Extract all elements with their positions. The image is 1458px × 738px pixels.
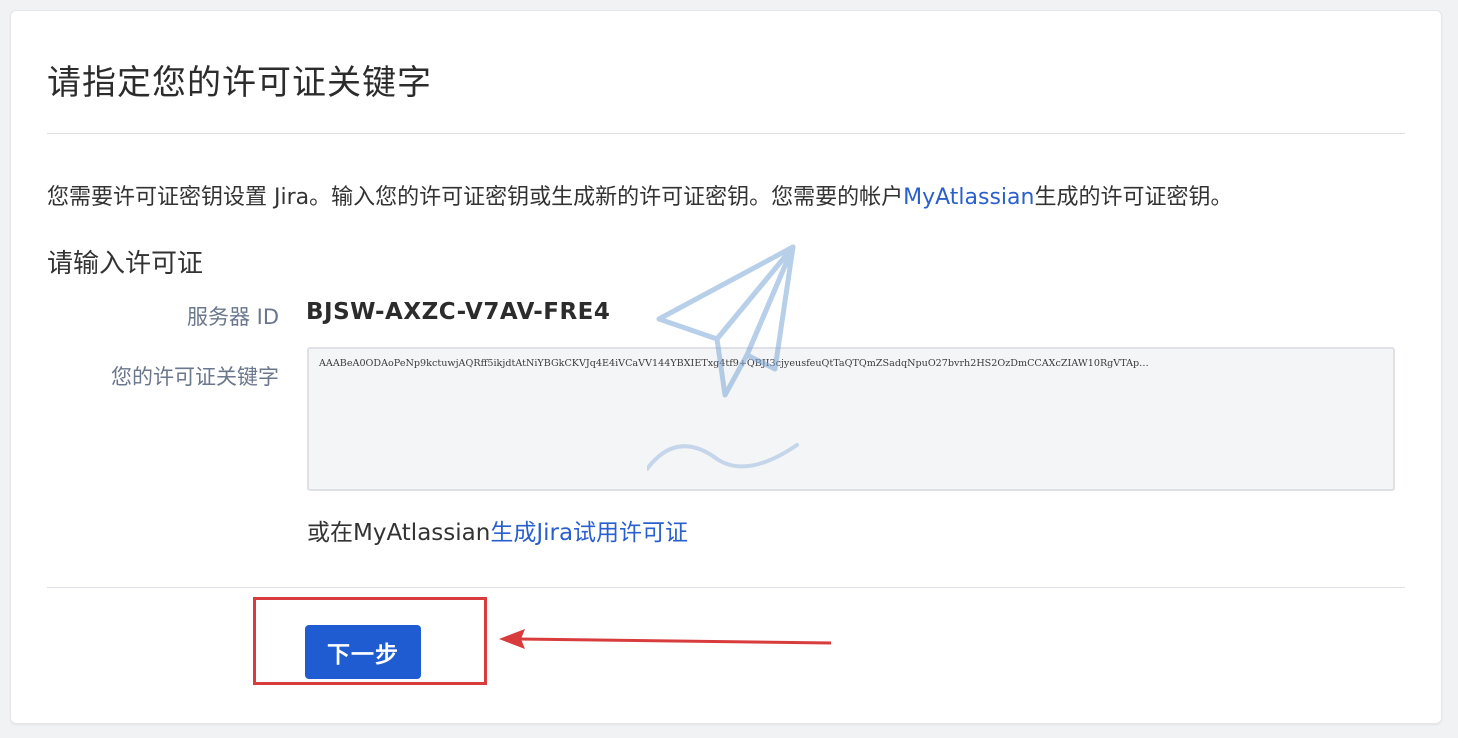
top-divider xyxy=(47,133,1405,134)
trial-license-line: 或在MyAtlassian生成Jira试用许可证 xyxy=(307,513,688,547)
bottom-divider xyxy=(47,587,1405,588)
page-title: 请指定您的许可证关键字 xyxy=(47,63,432,103)
next-button[interactable]: 下一步 xyxy=(305,625,421,679)
intro-text: 您需要许可证密钥设置 Jira。输入您的许可证密钥或生成新的许可证密钥。您需要的… xyxy=(47,179,1233,211)
trial-prefix: 或在MyAtlassian xyxy=(307,520,491,546)
myatlassian-link[interactable]: MyAtlassian xyxy=(903,185,1034,210)
paper-plane-icon xyxy=(647,244,799,471)
section-heading: 请输入许可证 xyxy=(47,249,204,279)
intro-text-end: 生成的许可证密钥。 xyxy=(1034,185,1233,210)
intro-text-start: 您需要许可证密钥设置 Jira。输入您的许可证密钥或生成新的许可证密钥。您需要的… xyxy=(47,185,904,210)
license-key-input[interactable]: AAABeA0ODAoPeNp9kctuwjAQRff5ikjdtAtNiYBG… xyxy=(307,347,1395,491)
server-id-value: BJSW-AXZC-V7AV-FRE4 xyxy=(306,299,611,325)
license-setup-card: 请指定您的许可证关键字 您需要许可证密钥设置 Jira。输入您的许可证密钥或生成… xyxy=(10,10,1442,724)
annotation-arrow-icon xyxy=(499,629,832,649)
license-key-label: 您的许可证关键字 xyxy=(111,365,279,389)
generate-trial-license-link[interactable]: 生成Jira试用许可证 xyxy=(490,520,688,546)
server-id-label: 服务器 ID xyxy=(186,305,279,329)
